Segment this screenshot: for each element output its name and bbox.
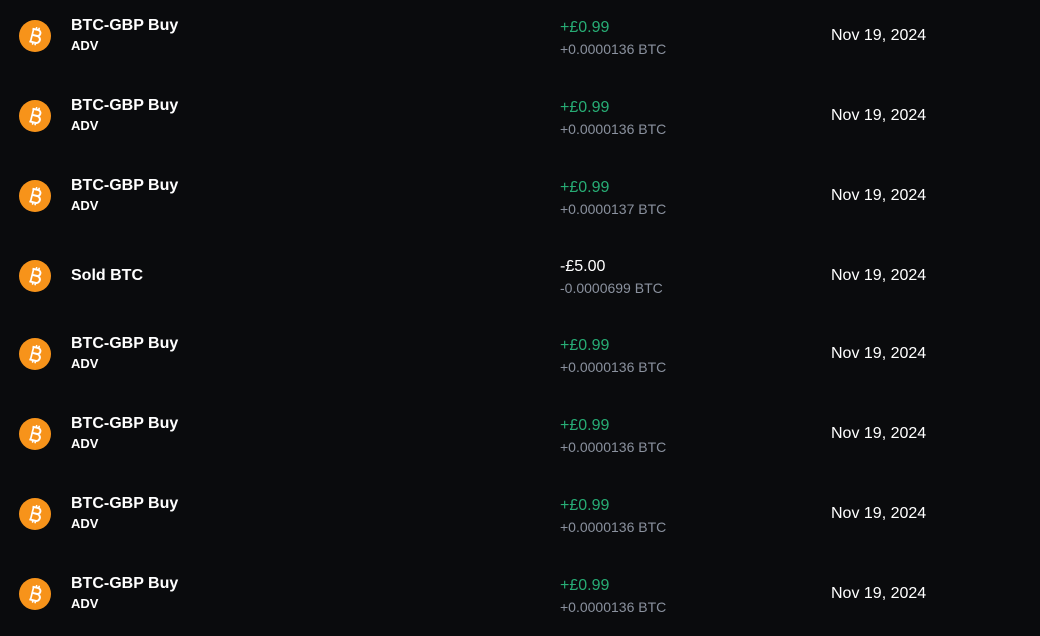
transaction-row[interactable]: BTC-GBP Buy ADV +£0.99 +0.0000136 BTC No… bbox=[0, 556, 1040, 636]
transaction-fiat-amount: +£0.99 bbox=[560, 577, 610, 594]
bitcoin-icon bbox=[19, 180, 51, 212]
transaction-date: Nov 19, 2024 bbox=[831, 187, 927, 204]
transaction-title: BTC-GBP Buy bbox=[71, 17, 179, 34]
transaction-crypto-amount: +0.0000136 BTC bbox=[560, 359, 667, 375]
transaction-title: BTC-GBP Buy bbox=[71, 575, 179, 592]
transaction-subtitle: ADV bbox=[71, 38, 99, 53]
transaction-subtitle: ADV bbox=[71, 596, 99, 611]
bitcoin-icon bbox=[19, 578, 51, 610]
transaction-title: Sold BTC bbox=[71, 267, 143, 284]
transaction-date: Nov 19, 2024 bbox=[831, 425, 927, 442]
bitcoin-icon bbox=[19, 100, 51, 132]
transaction-title: BTC-GBP Buy bbox=[71, 177, 179, 194]
transaction-crypto-amount: +0.0000136 BTC bbox=[560, 439, 667, 455]
transaction-list: BTC-GBP Buy ADV +£0.99 +0.0000136 BTC No… bbox=[0, 0, 1040, 636]
transaction-row[interactable]: BTC-GBP Buy ADV +£0.99 +0.0000136 BTC No… bbox=[0, 476, 1040, 556]
transaction-date: Nov 19, 2024 bbox=[831, 585, 927, 602]
transaction-subtitle: ADV bbox=[71, 118, 99, 133]
transaction-fiat-amount: +£0.99 bbox=[560, 337, 610, 354]
transaction-row[interactable]: BTC-GBP Buy ADV +£0.99 +0.0000136 BTC No… bbox=[0, 78, 1040, 158]
transaction-crypto-amount: +0.0000136 BTC bbox=[560, 41, 667, 57]
transaction-fiat-amount: +£0.99 bbox=[560, 417, 610, 434]
transaction-date: Nov 19, 2024 bbox=[831, 27, 927, 44]
transaction-fiat-amount: +£0.99 bbox=[560, 99, 610, 116]
transaction-fiat-amount: +£0.99 bbox=[560, 179, 610, 196]
transaction-title: BTC-GBP Buy bbox=[71, 335, 179, 352]
transaction-crypto-amount: +0.0000137 BTC bbox=[560, 201, 667, 217]
transaction-crypto-amount: +0.0000136 BTC bbox=[560, 519, 667, 535]
bitcoin-icon bbox=[19, 20, 51, 52]
bitcoin-icon bbox=[19, 338, 51, 370]
transaction-date: Nov 19, 2024 bbox=[831, 505, 927, 522]
transaction-crypto-amount: +0.0000136 BTC bbox=[560, 599, 667, 615]
transaction-date: Nov 19, 2024 bbox=[831, 267, 927, 284]
transaction-row[interactable]: BTC-GBP Buy ADV +£0.99 +0.0000136 BTC No… bbox=[0, 0, 1040, 78]
transaction-subtitle: ADV bbox=[71, 436, 99, 451]
transaction-date: Nov 19, 2024 bbox=[831, 345, 927, 362]
transaction-row[interactable]: Sold BTC -£5.00 -0.0000699 BTC Nov 19, 2… bbox=[0, 238, 1040, 318]
transaction-fiat-amount: -£5.00 bbox=[560, 258, 606, 275]
transaction-row[interactable]: BTC-GBP Buy ADV +£0.99 +0.0000136 BTC No… bbox=[0, 316, 1040, 396]
transaction-subtitle: ADV bbox=[71, 516, 99, 531]
transaction-fiat-amount: +£0.99 bbox=[560, 497, 610, 514]
bitcoin-icon bbox=[19, 418, 51, 450]
transaction-title: BTC-GBP Buy bbox=[71, 97, 179, 114]
transaction-fiat-amount: +£0.99 bbox=[560, 19, 610, 36]
transaction-crypto-amount: -0.0000699 BTC bbox=[560, 280, 663, 296]
transaction-subtitle: ADV bbox=[71, 198, 99, 213]
bitcoin-icon bbox=[19, 498, 51, 530]
transaction-date: Nov 19, 2024 bbox=[831, 107, 927, 124]
transaction-crypto-amount: +0.0000136 BTC bbox=[560, 121, 667, 137]
transaction-row[interactable]: BTC-GBP Buy ADV +£0.99 +0.0000137 BTC No… bbox=[0, 158, 1040, 238]
transaction-row[interactable]: BTC-GBP Buy ADV +£0.99 +0.0000136 BTC No… bbox=[0, 396, 1040, 476]
transaction-title: BTC-GBP Buy bbox=[71, 415, 179, 432]
transaction-subtitle: ADV bbox=[71, 356, 99, 371]
bitcoin-icon bbox=[19, 260, 51, 292]
transaction-title: BTC-GBP Buy bbox=[71, 495, 179, 512]
